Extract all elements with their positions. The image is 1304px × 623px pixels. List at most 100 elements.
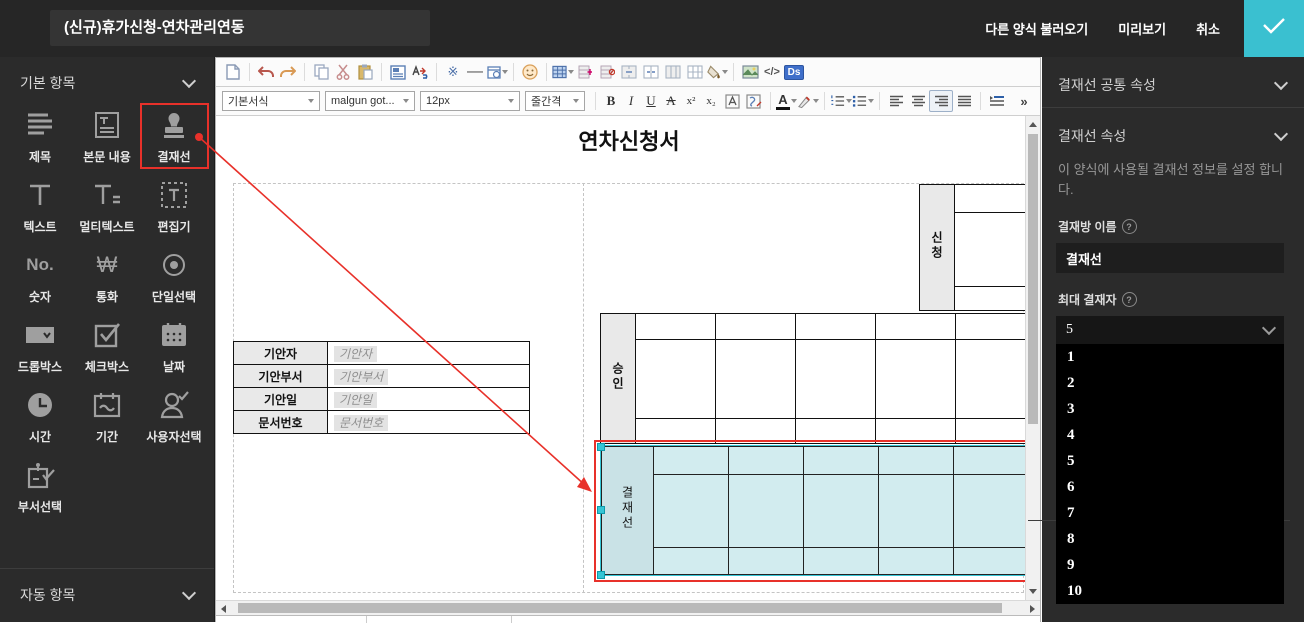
- selection-handle[interactable]: [597, 571, 605, 579]
- font-size-select[interactable]: 12px: [420, 91, 520, 111]
- sidebar-item-user-select[interactable]: 사용자선택: [142, 385, 207, 447]
- preview-button[interactable]: 미리보기: [1118, 19, 1166, 38]
- insert-date-icon[interactable]: [486, 62, 508, 82]
- option-2[interactable]: 2: [1056, 370, 1284, 396]
- selection-handle[interactable]: [597, 443, 605, 451]
- preview-frame-icon[interactable]: [387, 62, 409, 82]
- highlight-color-icon[interactable]: [797, 91, 819, 111]
- split-cell-icon[interactable]: [640, 62, 662, 82]
- drafter-row-value[interactable]: 기안일: [328, 388, 530, 411]
- document-title[interactable]: 연차신청서: [233, 124, 1025, 156]
- insert-image-icon[interactable]: [739, 62, 761, 82]
- italic-button[interactable]: I: [621, 91, 641, 111]
- load-other-form-button[interactable]: 다른 양식 불러오기: [985, 19, 1088, 38]
- html-code-icon[interactable]: </>: [761, 62, 783, 82]
- canvas-vertical-scrollbar[interactable]: [1025, 116, 1040, 600]
- option-9[interactable]: 9: [1056, 552, 1284, 578]
- approval-line-selection[interactable]: 결재선: [594, 440, 1031, 582]
- form-title-input[interactable]: (신규)휴가신청-연차관리연동: [50, 10, 430, 46]
- sidebar-item-editor[interactable]: 편집기: [142, 175, 207, 237]
- sidebar-item-title[interactable]: 제목: [8, 105, 73, 167]
- vertical-scroll-thumb[interactable]: [1028, 134, 1038, 424]
- paragraph-format-select[interactable]: 기본서식: [222, 91, 320, 111]
- auto-items-section-header[interactable]: 자동 항목: [0, 569, 214, 613]
- align-center-icon[interactable]: [907, 91, 929, 111]
- table-cell[interactable]: [955, 185, 1035, 213]
- ordered-list-icon[interactable]: [830, 91, 852, 111]
- cut-icon[interactable]: [332, 62, 354, 82]
- scroll-left-arrow[interactable]: [221, 605, 226, 613]
- document-canvas[interactable]: 연차신청서 신청 기안자 기안자 기안부서 기안부서: [216, 116, 1040, 600]
- special-char-icon[interactable]: ※: [442, 62, 464, 82]
- drafter-row-value[interactable]: 기안자: [328, 342, 530, 365]
- option-5[interactable]: 5: [1056, 448, 1284, 474]
- insert-table-icon[interactable]: [552, 62, 574, 82]
- align-right-icon[interactable]: [929, 90, 953, 112]
- indent-icon[interactable]: [986, 91, 1008, 111]
- sidebar-item-checkbox[interactable]: 체크박스: [75, 315, 140, 377]
- drafter-row-value[interactable]: 기안부서: [328, 365, 530, 388]
- bold-button[interactable]: B: [601, 91, 621, 111]
- delete-col-icon[interactable]: [684, 62, 706, 82]
- selection-handle[interactable]: [597, 506, 605, 514]
- sidebar-item-dept-select[interactable]: 부서선택: [8, 455, 73, 517]
- new-document-icon[interactable]: [222, 62, 244, 82]
- font-color-button[interactable]: A: [776, 92, 790, 110]
- sidebar-item-dropbox[interactable]: 드롭박스: [8, 315, 73, 377]
- drafter-row-value[interactable]: 문서번호: [328, 411, 530, 434]
- horizontal-line-icon[interactable]: —: [464, 62, 486, 82]
- font-family-select[interactable]: malgun got...: [325, 91, 415, 111]
- insert-col-icon[interactable]: [662, 62, 684, 82]
- bullet-list-icon[interactable]: [852, 91, 874, 111]
- drafter-info-table[interactable]: 기안자 기안자 기안부서 기안부서 기안일 기안일 문서번호 문서번호: [233, 341, 530, 434]
- paste-icon[interactable]: [354, 62, 376, 82]
- align-justify-icon[interactable]: [953, 91, 975, 111]
- line-spacing-select[interactable]: 줄간격: [525, 91, 585, 111]
- remove-format-icon[interactable]: [743, 91, 765, 111]
- room-name-input[interactable]: [1056, 243, 1284, 273]
- undo-icon[interactable]: [255, 62, 277, 82]
- table-cell[interactable]: [955, 287, 1035, 311]
- option-10[interactable]: 10: [1056, 578, 1284, 604]
- request-sign-table[interactable]: 신청: [919, 184, 1035, 311]
- char-style-icon[interactable]: [721, 91, 743, 111]
- option-1[interactable]: 1: [1056, 344, 1284, 370]
- table-cell[interactable]: [955, 213, 1035, 287]
- common-properties-header[interactable]: 결재선 공통 속성: [1042, 57, 1304, 107]
- help-icon[interactable]: ?: [1122, 219, 1137, 234]
- confirm-button[interactable]: [1244, 0, 1304, 57]
- approval-line-properties-header[interactable]: 결재선 속성: [1042, 108, 1304, 158]
- option-3[interactable]: 3: [1056, 396, 1284, 422]
- help-icon[interactable]: ?: [1122, 292, 1137, 307]
- ds-icon[interactable]: Ds: [783, 62, 805, 82]
- align-left-icon[interactable]: [885, 91, 907, 111]
- option-7[interactable]: 7: [1056, 500, 1284, 526]
- strikethrough-button[interactable]: A: [661, 91, 681, 111]
- option-6[interactable]: 6: [1056, 474, 1284, 500]
- find-replace-icon[interactable]: [409, 62, 431, 82]
- superscript-button[interactable]: x²: [681, 91, 701, 111]
- merge-cell-icon[interactable]: [618, 62, 640, 82]
- sidebar-item-text[interactable]: 텍스트: [8, 175, 73, 237]
- scroll-down-arrow[interactable]: [1029, 589, 1037, 594]
- sidebar-item-multitext[interactable]: 멀티텍스트: [75, 175, 140, 237]
- horizontal-scroll-thumb[interactable]: [238, 603, 1002, 613]
- canvas-horizontal-scrollbar[interactable]: [216, 600, 1040, 615]
- sidebar-item-approval-line[interactable]: 결재선: [142, 105, 207, 167]
- insert-row-icon[interactable]: [574, 62, 596, 82]
- toolbar-overflow-button[interactable]: »: [1014, 91, 1034, 111]
- sidebar-item-time[interactable]: 시간: [8, 385, 73, 447]
- approval-line-table[interactable]: 결재선: [601, 446, 1029, 575]
- emoticon-icon[interactable]: [519, 62, 541, 82]
- approve-sign-table[interactable]: 승인: [600, 313, 1036, 444]
- option-8[interactable]: 8: [1056, 526, 1284, 552]
- copy-icon[interactable]: [310, 62, 332, 82]
- max-approver-select[interactable]: 5: [1056, 316, 1284, 344]
- delete-row-icon[interactable]: [596, 62, 618, 82]
- sidebar-item-period[interactable]: 기간: [75, 385, 140, 447]
- subscript-button[interactable]: x₂: [701, 91, 721, 111]
- sidebar-item-single-select[interactable]: 단일선택: [142, 245, 207, 307]
- cell-color-icon[interactable]: [706, 62, 728, 82]
- basic-items-section-header[interactable]: 기본 항목: [0, 57, 214, 101]
- cancel-button[interactable]: 취소: [1196, 19, 1220, 38]
